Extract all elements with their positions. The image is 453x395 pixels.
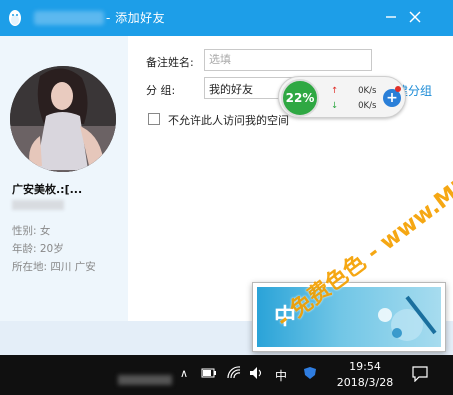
upload-speed: ↑ 0K/s (331, 86, 377, 96)
download-arrow-icon: ↓ (331, 101, 339, 111)
profile-sidebar: 广安美枚.:[... 性别: 女 年龄: 20岁 所在地: 四川 广安 (0, 36, 128, 321)
tray-chevron-up-icon[interactable]: ∧ (180, 367, 188, 380)
nickname: 广安美枚.:[... (12, 183, 83, 196)
taskbar: ∧ 中 19:54 2018/3/28 (0, 355, 453, 395)
remark-name-input[interactable] (204, 49, 372, 71)
ime-indicator[interactable]: 中 (275, 367, 287, 384)
block-space-checkbox[interactable] (148, 113, 160, 125)
wifi-icon[interactable] (227, 366, 241, 380)
blurred-account-id (12, 200, 64, 210)
age-text: 年龄: 20岁 (12, 243, 64, 255)
minimize-button[interactable] (382, 8, 400, 26)
ime-decoration-art (378, 295, 437, 341)
memory-usage-badge: 22% (281, 79, 319, 117)
close-button[interactable] (406, 8, 424, 26)
volume-icon[interactable] (249, 366, 265, 380)
action-center-icon[interactable] (411, 366, 429, 382)
qq-penguin-icon (9, 10, 21, 26)
network-speed-widget[interactable]: 22% ↑ 0K/s ↓ 0K/s + (278, 76, 406, 118)
battery-icon[interactable] (201, 367, 217, 379)
notification-dot (395, 86, 401, 92)
clock-date: 2018/3/28 (336, 376, 394, 389)
gender-text: 性别: 女 (12, 225, 51, 237)
blurred-account-name (34, 11, 104, 25)
window-title: - 添加好友 (106, 11, 166, 25)
clock-time: 19:54 (349, 360, 381, 373)
location-text: 所在地: 四川 广安 (12, 261, 96, 273)
ime-mode-popup: 中 (252, 282, 446, 352)
blurred-taskbar-item (118, 375, 172, 385)
remark-label: 备注姓名: (146, 56, 194, 69)
security-shield-icon[interactable] (303, 366, 317, 380)
screen: - 添加好友 广安美枚.:[... 性别: 女 年龄: 20岁 所在地: 四川 … (0, 0, 453, 395)
block-space-label[interactable]: 不允许此人访问我的空间 (168, 112, 302, 128)
system-clock[interactable]: 19:54 2018/3/28 (334, 359, 396, 391)
avatar-photo (10, 66, 116, 172)
upload-arrow-icon: ↑ (331, 86, 339, 96)
title-bar[interactable]: - 添加好友 (0, 0, 453, 36)
group-select-value: 我的好友 (209, 83, 253, 96)
download-speed: ↓ 0K/s (331, 101, 377, 111)
group-label: 分 组: (146, 84, 176, 97)
ime-preview-tile: 中 (257, 287, 441, 347)
avatar[interactable] (10, 66, 116, 172)
